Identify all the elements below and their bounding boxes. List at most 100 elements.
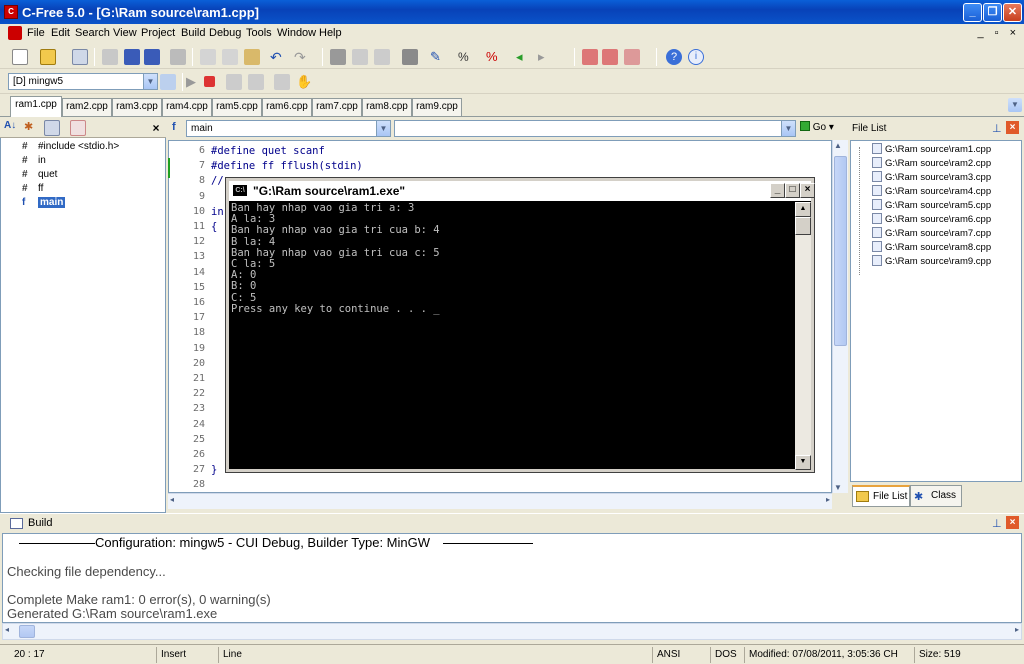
close-icon[interactable]: × xyxy=(1006,516,1019,529)
tab-ram6[interactable]: ram6.cpp xyxy=(262,98,312,116)
console-maximize-button[interactable]: □ xyxy=(785,183,800,198)
comment-icon[interactable]: % xyxy=(458,49,474,65)
build-horizontal-scrollbar[interactable]: ◂ ▸ xyxy=(2,623,1022,640)
file-item[interactable]: G:\Ram source\ram7.cpp xyxy=(872,227,991,241)
console-window[interactable]: C:\ "G:\Ram source\ram1.exe" _ □ × Ban h… xyxy=(225,177,815,473)
tab-class[interactable]: ✱ Class xyxy=(910,485,962,507)
close-button[interactable]: ✕ xyxy=(1003,3,1022,22)
forward-icon[interactable]: ▸ xyxy=(538,49,554,65)
console-scroll-thumb[interactable] xyxy=(795,217,811,235)
menu-help[interactable]: Help xyxy=(319,27,342,39)
close-icon[interactable]: × xyxy=(148,120,164,136)
tab-ram9[interactable]: ram9.cpp xyxy=(412,98,462,116)
file-item[interactable]: G:\Ram source\ram5.cpp xyxy=(872,199,991,213)
tab-ram3[interactable]: ram3.cpp xyxy=(112,98,162,116)
console-close-button[interactable]: × xyxy=(800,183,815,198)
copy-icon[interactable] xyxy=(222,49,238,65)
editor-vertical-scrollbar[interactable]: ▲ ▼ xyxy=(832,140,848,493)
file-item[interactable]: G:\Ram source\ram9.cpp xyxy=(872,255,991,269)
filter-icon[interactable] xyxy=(70,120,86,136)
code-line[interactable]: in xyxy=(211,206,224,218)
symbol-item[interactable]: # #include <stdio.h> xyxy=(22,140,119,154)
bookmark-next-icon[interactable] xyxy=(602,49,618,65)
menu-search[interactable]: Search xyxy=(75,27,110,39)
function-select[interactable]: main ▼ xyxy=(186,120,391,137)
close-icon[interactable]: × xyxy=(1006,121,1019,134)
undo-icon[interactable]: ↶ xyxy=(270,49,286,65)
tab-ram2[interactable]: ram2.cpp xyxy=(62,98,112,116)
code-line[interactable]: #define ff fflush(stdin) xyxy=(211,160,363,172)
replace-icon[interactable] xyxy=(374,49,390,65)
file-item[interactable]: G:\Ram source\ram2.cpp xyxy=(872,157,991,171)
menu-window[interactable]: Window xyxy=(277,27,316,39)
compiler-options-icon[interactable] xyxy=(160,74,176,90)
back-icon[interactable]: ◂ xyxy=(516,49,532,65)
go-button[interactable]: Go ▾ xyxy=(800,121,834,133)
find-next-icon[interactable] xyxy=(352,49,368,65)
app-icon[interactable]: C xyxy=(4,5,18,19)
tab-ram5[interactable]: ram5.cpp xyxy=(212,98,262,116)
scroll-down-icon[interactable]: ▼ xyxy=(834,483,842,492)
scroll-left-icon[interactable]: ◂ xyxy=(5,625,9,634)
scroll-right-icon[interactable]: ▸ xyxy=(826,495,830,504)
run-icon[interactable]: ▶ xyxy=(186,74,202,90)
doc-icon[interactable] xyxy=(8,26,22,40)
menu-edit[interactable]: Edit xyxy=(51,27,70,39)
tab-list-chevron-icon[interactable]: ▼ xyxy=(1008,98,1022,112)
save-icon[interactable] xyxy=(124,49,140,65)
stop-icon[interactable] xyxy=(204,76,215,87)
console-output[interactable]: Ban hay nhap vao gia tri a: 3 A la: 3 Ba… xyxy=(229,202,795,470)
tab-ram1[interactable]: ram1.cpp xyxy=(10,96,62,117)
scroll-thumb[interactable] xyxy=(19,625,35,638)
symbol-item[interactable]: # in xyxy=(22,154,46,168)
clear-bookmark-icon[interactable] xyxy=(624,49,640,65)
tab-file-list[interactable]: File List xyxy=(852,485,910,507)
pin-icon[interactable]: ⊥ xyxy=(992,122,1002,135)
title-bar[interactable]: C C-Free 5.0 - [G:\Ram source\ram1.cpp] … xyxy=(0,0,1024,24)
menu-file[interactable]: File xyxy=(27,27,45,39)
hand-icon[interactable]: ✋ xyxy=(296,74,312,90)
rebuild-icon[interactable] xyxy=(274,74,290,90)
compile-icon[interactable] xyxy=(226,74,242,90)
console-scrollbar[interactable]: ▲ ▼ xyxy=(795,202,811,470)
open-project-icon[interactable] xyxy=(72,49,88,65)
menu-build[interactable]: Build xyxy=(181,27,205,39)
print-icon[interactable] xyxy=(170,49,186,65)
file-item[interactable]: G:\Ram source\ram8.cpp xyxy=(872,241,991,255)
open-folder-icon[interactable] xyxy=(40,49,56,65)
file-item[interactable]: G:\Ram source\ram1.cpp xyxy=(872,143,991,157)
list-view-icon[interactable] xyxy=(44,120,60,136)
uncomment-icon[interactable]: % xyxy=(486,49,502,65)
scroll-down-icon[interactable]: ▼ xyxy=(795,455,811,470)
redo-icon[interactable]: ↷ xyxy=(294,49,310,65)
bookmark-icon[interactable] xyxy=(582,49,598,65)
group-icon[interactable]: ✱ xyxy=(24,120,40,136)
menu-tools[interactable]: Tools xyxy=(246,27,272,39)
goto-icon[interactable] xyxy=(402,49,418,65)
editor-horizontal-scrollbar[interactable]: ◂ ▸ xyxy=(168,493,832,509)
indent-icon[interactable]: ✎ xyxy=(430,49,446,65)
scroll-right-icon[interactable]: ▸ xyxy=(1015,625,1019,634)
file-item[interactable]: G:\Ram source\ram4.cpp xyxy=(872,185,991,199)
help-icon[interactable]: ? xyxy=(666,49,682,65)
file-item[interactable]: G:\Ram source\ram6.cpp xyxy=(872,213,991,227)
pin-icon[interactable]: ⊥ xyxy=(992,517,1002,530)
symbol-item[interactable]: # ff xyxy=(22,182,43,196)
tab-ram8[interactable]: ram8.cpp xyxy=(362,98,412,116)
minimize-button[interactable]: _ xyxy=(963,3,982,22)
symbol-item[interactable]: # quet xyxy=(22,168,57,182)
restore-button[interactable]: ❐ xyxy=(983,3,1002,22)
find-icon[interactable] xyxy=(330,49,346,65)
menu-debug[interactable]: Debug xyxy=(209,27,241,39)
symbol-item-main[interactable]: f main xyxy=(22,196,66,210)
save-all-icon[interactable] xyxy=(144,49,160,65)
scroll-up-icon[interactable]: ▲ xyxy=(834,141,842,150)
code-line[interactable]: } xyxy=(211,464,217,476)
close-file-icon[interactable] xyxy=(102,49,118,65)
code-line[interactable]: #define quet scanf xyxy=(211,145,325,157)
paste-icon[interactable] xyxy=(244,49,260,65)
code-line[interactable]: { xyxy=(211,221,217,233)
menu-project[interactable]: Project xyxy=(141,27,175,39)
scroll-left-icon[interactable]: ◂ xyxy=(170,495,174,504)
menu-view[interactable]: View xyxy=(113,27,137,39)
